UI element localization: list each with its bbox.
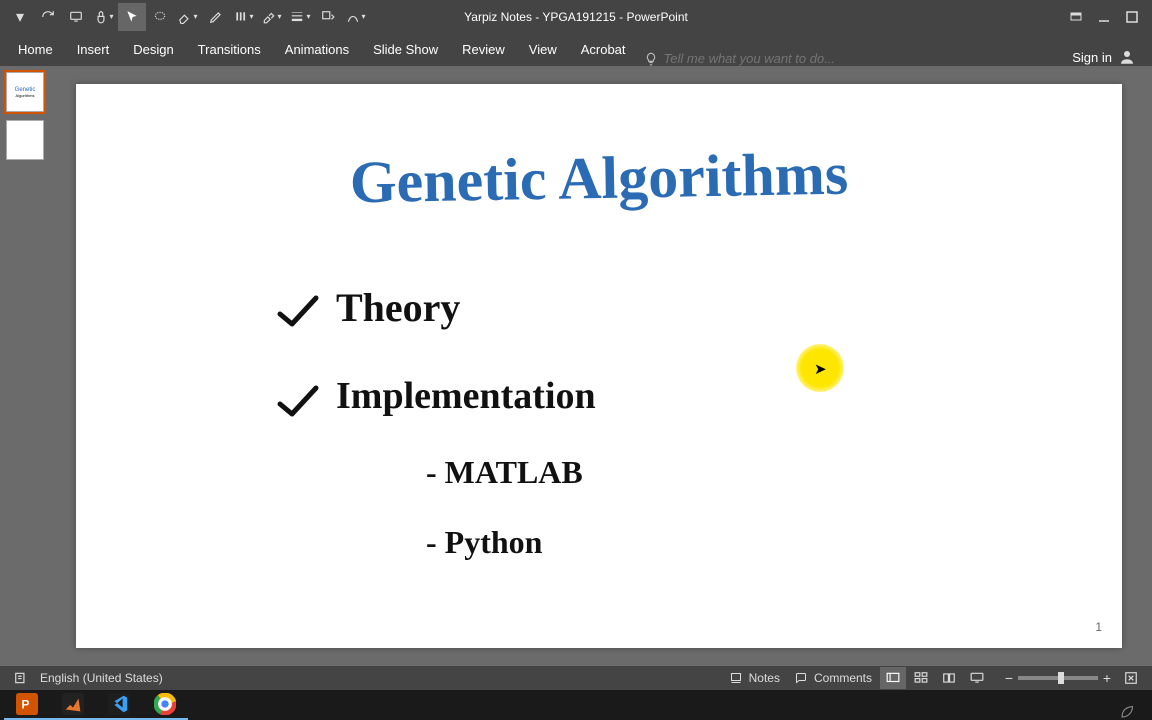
tab-home[interactable]: Home [6,33,65,66]
fit-to-window-icon[interactable] [1118,667,1144,689]
taskbar: P [0,690,1152,720]
tab-acrobat[interactable]: Acrobat [569,33,638,66]
topic-theory: Theory [336,284,460,331]
slide-thumbnail-2[interactable] [6,120,44,160]
eraser-icon[interactable]: ▾ [174,3,202,31]
checkmark-icon [276,294,320,330]
slide-thumbnail-1[interactable]: Genetic Algorithms [6,72,44,112]
tab-transitions[interactable]: Transitions [186,33,273,66]
tab-slide-show[interactable]: Slide Show [361,33,450,66]
quick-access-toolbar: ▾ ▾ ▾ ▾ ▾ ▾ ▾ Yarpiz Notes - YPGA191215 … [0,0,1152,33]
status-bar: English (United States) Notes Comments −… [0,666,1152,690]
tray-leaf-icon [1118,702,1138,720]
thumb1-line2: Algorithms [16,93,35,98]
notes-icon [729,672,743,684]
tab-view[interactable]: View [517,33,569,66]
sign-in-link[interactable]: Sign in [1062,48,1146,66]
spellcheck-icon[interactable] [8,671,34,685]
zoom-slider[interactable] [1018,676,1098,680]
topic-implementation: Implementation [336,374,596,418]
convert-ink-icon[interactable] [314,3,342,31]
taskbar-powerpoint-icon[interactable]: P [4,690,50,720]
system-tray[interactable] [1108,702,1148,720]
tab-animations[interactable]: Animations [273,33,361,66]
sign-in-label: Sign in [1072,50,1112,65]
svg-text:P: P [22,698,30,712]
highlighter-icon[interactable]: ▾ [258,3,286,31]
slide-title: Genetic Algorithms [349,140,848,218]
cursor-select-icon[interactable] [118,3,146,31]
redo-icon[interactable] [34,3,62,31]
touch-mode-icon[interactable]: ▾ [90,3,118,31]
reading-view-icon[interactable] [936,667,962,689]
zoom-control: − + [1000,670,1116,686]
workspace: Genetic Algorithms Genetic Algorithms Th… [0,66,1152,666]
notes-label: Notes [749,671,780,685]
comments-toggle[interactable]: Comments [788,671,878,685]
normal-view-icon[interactable] [880,667,906,689]
tab-insert[interactable]: Insert [65,33,122,66]
user-icon [1118,48,1136,66]
taskbar-matlab-icon[interactable] [50,690,96,720]
qat-dropdown-icon[interactable]: ▾ [6,3,34,31]
tell-me-input[interactable] [664,51,884,66]
taskbar-chrome-icon[interactable] [142,690,188,720]
zoom-in-button[interactable]: + [1098,670,1116,686]
subtopic-matlab: - MATLAB [426,454,583,491]
slide-page-number: 1 [1095,620,1102,634]
start-from-beginning-icon[interactable] [62,3,90,31]
tab-review[interactable]: Review [450,33,517,66]
pen-style-icon[interactable]: ▾ [230,3,258,31]
minimize-icon[interactable] [1090,3,1118,31]
lasso-select-icon[interactable] [146,3,174,31]
slideshow-view-icon[interactable] [964,667,990,689]
slide-sorter-view-icon[interactable] [908,667,934,689]
tab-design[interactable]: Design [121,33,185,66]
checkmark-icon [276,384,320,420]
slide-canvas-area: Genetic Algorithms Theory Implementation… [46,66,1152,666]
cursor-icon: ➤ [814,360,827,378]
language-indicator[interactable]: English (United States) [34,671,169,685]
lightbulb-icon [644,52,658,66]
ribbon-display-icon[interactable] [1062,3,1090,31]
zoom-slider-knob[interactable] [1058,672,1064,684]
slide[interactable]: Genetic Algorithms Theory Implementation… [76,84,1122,648]
comments-icon [794,672,808,684]
taskbar-vscode-icon[interactable] [96,690,142,720]
ribbon-tabs: Home Insert Design Transitions Animation… [0,33,1152,66]
maximize-icon[interactable] [1118,3,1146,31]
zoom-out-button[interactable]: − [1000,670,1018,686]
ink-to-math-icon[interactable]: ▾ [342,3,370,31]
notes-toggle[interactable]: Notes [723,671,786,685]
subtopic-python: - Python [426,524,542,561]
slide-thumbnail-panel: Genetic Algorithms [0,66,46,666]
line-weight-icon[interactable]: ▾ [286,3,314,31]
comments-label: Comments [814,671,872,685]
tell-me[interactable] [644,51,884,66]
pen-icon[interactable] [202,3,230,31]
